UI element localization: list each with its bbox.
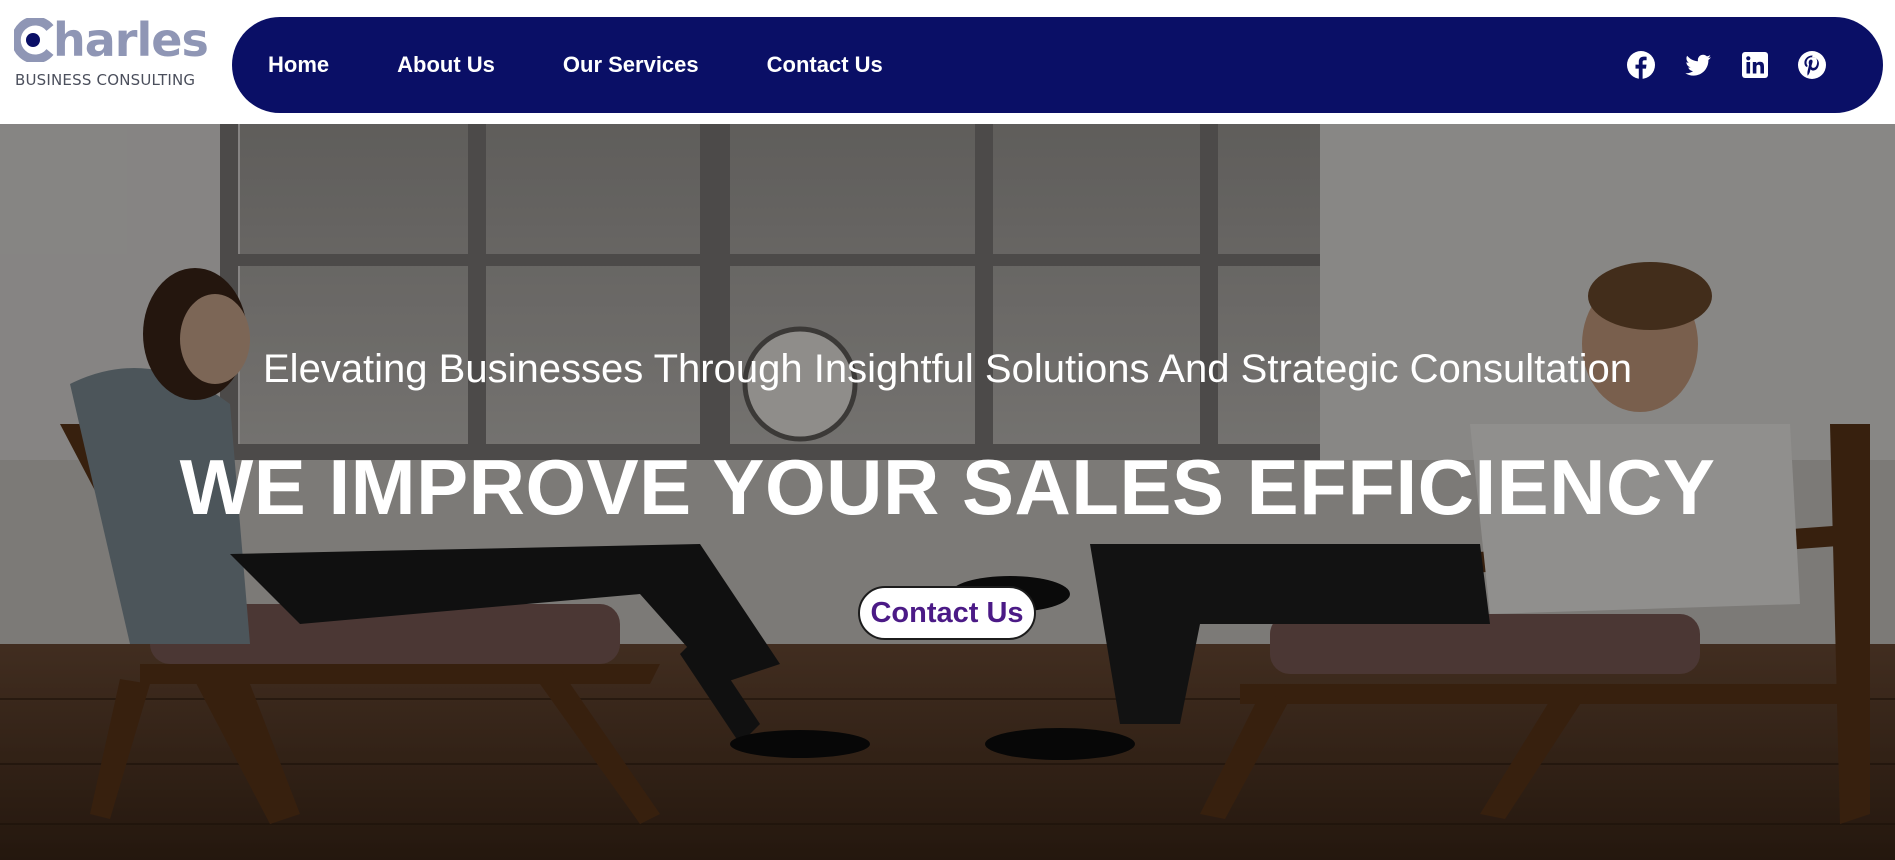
- nav-about-us[interactable]: About Us: [397, 52, 495, 78]
- twitter-icon[interactable]: [1683, 50, 1713, 80]
- hero-title: WE IMPROVE YOUR SALES EFFICIENCY: [179, 443, 1716, 531]
- logo-tagline: BUSINESS CONSULTING: [15, 71, 196, 89]
- logo-c-mark-icon: [14, 18, 54, 62]
- brand-logo[interactable]: harles BUSINESS CONSULTING: [14, 14, 209, 94]
- hero-subtitle: Elevating Businesses Through Insightful …: [263, 347, 1632, 391]
- nav-our-services[interactable]: Our Services: [563, 52, 699, 78]
- nav-contact-us[interactable]: Contact Us: [767, 52, 883, 78]
- site-header: harles BUSINESS CONSULTING Home About Us…: [0, 0, 1895, 124]
- facebook-icon[interactable]: [1626, 50, 1656, 80]
- hero-section: Elevating Businesses Through Insightful …: [0, 124, 1895, 860]
- hero-contact-button[interactable]: Contact Us: [858, 586, 1036, 640]
- social-links: [1599, 17, 1827, 113]
- nav-home[interactable]: Home: [268, 52, 329, 78]
- pinterest-icon[interactable]: [1797, 50, 1827, 80]
- linkedin-icon[interactable]: [1740, 50, 1770, 80]
- logo-text: harles: [53, 13, 209, 67]
- main-nav: Home About Us Our Services Contact Us: [232, 17, 1883, 113]
